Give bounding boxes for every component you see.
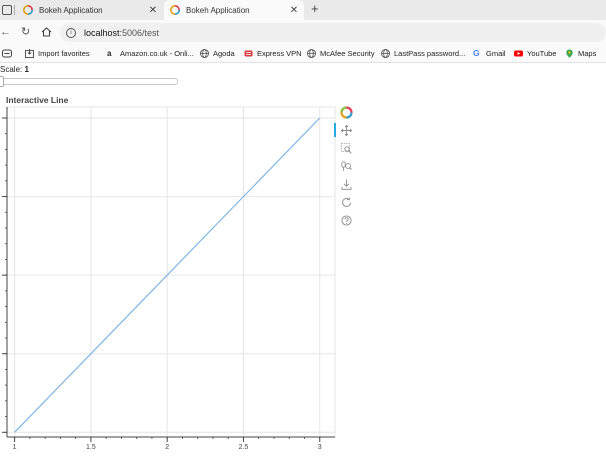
x-tick-label: 1 [13,444,17,451]
youtube-icon [514,50,523,57]
help-icon [340,214,352,226]
x-tick-label: 3 [318,444,322,451]
bookmark-maps[interactable]: Maps [565,47,596,60]
maps-icon [566,49,573,58]
save-icon [341,179,351,190]
reset-tool-button[interactable] [338,195,354,209]
box-zoom-tool-button[interactable] [338,141,354,155]
bookmark-label: Gmail [486,49,506,58]
reset-icon [341,197,351,207]
bookmark-label: LastPass password... [394,49,466,58]
x-tick-label: 2 [165,444,169,451]
active-tool-indicator [334,123,336,137]
help-tool-button[interactable] [338,213,354,227]
x-tick-label: 1.5 [86,444,96,451]
save-tool-button[interactable] [338,177,354,191]
pan-icon [340,124,352,136]
x-tick-label: 2.5 [239,444,249,451]
bookmark-label: Maps [578,49,597,58]
bookmark-gmail[interactable]: G Gmail [473,47,506,60]
box-zoom-icon [340,142,352,154]
bokeh-logo[interactable] [338,105,354,119]
wheel-zoom-tool-button[interactable] [338,159,354,173]
bookmark-label: YouTube [527,49,557,58]
line-plot[interactable]: 1 1.5 2 2.5 3 [0,0,340,464]
pan-tool-button[interactable] [338,123,354,137]
wheel-zoom-icon [340,160,352,171]
bokeh-logo-icon [339,105,353,119]
bookmark-youtube[interactable]: YouTube [514,47,556,60]
globe-icon [381,49,390,58]
bookmark-lastpass[interactable]: LastPass password... [381,47,465,60]
google-icon: G [473,48,480,58]
